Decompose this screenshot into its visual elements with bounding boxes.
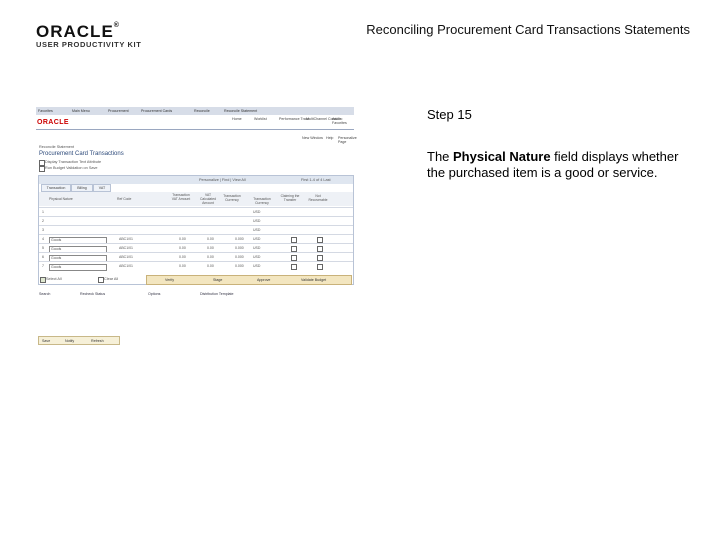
link-help[interactable]: Help <box>326 136 333 140</box>
ref-code-cell: ABC1/01 <box>119 237 134 241</box>
budget-validation-label: Run Budget Validation on Save <box>45 166 98 170</box>
not-recoverable-checkbox[interactable] <box>317 264 323 270</box>
vat-amount-cell: 0.00 <box>179 264 186 268</box>
clear-all-label[interactable]: Clear All <box>104 277 118 281</box>
breadcrumb: Reconcile Statement <box>39 145 75 149</box>
app-navbar: Favorites Main Menu Procurement Procurem… <box>36 107 354 115</box>
desc-field-name: Physical Nature <box>453 149 551 164</box>
step-label: Step 15 <box>427 107 472 122</box>
physical-nature-value: Goods <box>51 238 62 242</box>
vat-amount-cell: 0.00 <box>179 255 186 259</box>
link-options[interactable]: Options <box>148 292 160 296</box>
stage-button[interactable]: Stage <box>213 278 222 282</box>
link-personalize-page[interactable]: Personalize Page <box>338 136 357 144</box>
claiming-checkbox[interactable] <box>291 264 297 270</box>
tab-billing[interactable]: Billing <box>71 184 93 192</box>
currency-cell: USD <box>253 228 261 232</box>
row-number: 2 <box>42 219 44 223</box>
refresh-button[interactable]: Refresh <box>91 339 104 343</box>
nav-favorites[interactable]: Favorites <box>38 109 53 113</box>
vat-calculated-cell: 0.00 <box>207 255 214 259</box>
footer-toolbar: Save Notify Refresh <box>38 336 120 345</box>
row-number: 7 <box>42 264 44 268</box>
col-vat-calculated: VAT Calculated Amount <box>199 193 217 205</box>
grid-find-links[interactable]: Personalize | Find | View All <box>199 178 246 182</box>
currency-cell: USD <box>253 246 261 250</box>
physical-nature-value: Goods <box>51 247 62 251</box>
link-new-window[interactable]: New Window <box>302 136 323 140</box>
select-all-label[interactable]: Select All <box>46 277 62 281</box>
step-screenshot: Favorites Main Menu Procurement Procurem… <box>36 107 357 345</box>
physical-nature-select[interactable]: Goods <box>49 263 107 271</box>
physical-nature-value: Goods <box>51 265 62 269</box>
col-not-recoverable: Not Recoverable <box>308 194 328 202</box>
action-button-bar: Verify Stage Approve Validate Budget <box>146 275 352 285</box>
upk-logo-subtitle: USER PRODUCTIVITY KIT <box>36 40 142 49</box>
header-divider <box>36 129 354 130</box>
vat-calculated-cell: 0.00 <box>207 246 214 250</box>
row-number: 1 <box>42 210 44 214</box>
desc-text-pre: The <box>427 149 454 164</box>
transaction-amount-cell: 0.000 <box>235 246 244 250</box>
tab-vat[interactable]: VAT <box>93 184 111 192</box>
menu-add-favorites[interactable]: Add to Favorites <box>332 117 354 125</box>
vat-calculated-cell: 0.00 <box>207 264 214 268</box>
link-recheck-status[interactable]: Recheck Status <box>80 292 105 296</box>
menu-performance-trace[interactable]: Performance Trace <box>279 117 310 121</box>
tab-transaction[interactable]: Transaction <box>41 184 71 192</box>
vat-amount-cell: 0.00 <box>179 237 186 241</box>
row-number: 3 <box>42 228 44 232</box>
validate-budget-button[interactable]: Validate Budget <box>301 278 326 282</box>
grid-paging[interactable]: First 1-4 of 4 Last <box>301 178 331 182</box>
row-number: 5 <box>42 246 44 250</box>
verify-button[interactable]: Verify <box>165 278 174 282</box>
currency-cell: USD <box>253 255 261 259</box>
step-description: The Physical Nature field displays wheth… <box>427 149 687 181</box>
approve-button[interactable]: Approve <box>257 278 270 282</box>
nav-reconcile-statement[interactable]: Reconcile Statement <box>224 109 257 113</box>
row-number: 4 <box>42 237 44 241</box>
currency-cell: USD <box>253 264 261 268</box>
col-physical-nature: Physical Nature <box>49 197 73 201</box>
nav-main-menu[interactable]: Main Menu <box>72 109 90 113</box>
menu-home[interactable]: Home <box>232 117 242 121</box>
display-text-label: Display Transaction Text Attribute <box>45 160 102 164</box>
transaction-amount-cell: 0.000 <box>235 255 244 259</box>
vat-amount-cell: 0.00 <box>179 246 186 250</box>
transactions-grid: Personalize | Find | View All First 1-4 … <box>38 175 354 285</box>
nav-reconcile[interactable]: Reconcile <box>194 109 210 113</box>
currency-cell: USD <box>253 219 261 223</box>
row-number: 6 <box>42 255 44 259</box>
col-currency: Transaction Currency <box>253 197 271 205</box>
link-search[interactable]: Search <box>39 292 50 296</box>
col-vat-amount: Transaction VAT Amount <box>171 193 191 201</box>
notify-button[interactable]: Notify <box>65 339 74 343</box>
ref-code-cell: ABC1/01 <box>119 264 134 268</box>
col-claiming: Claiming the Transfer <box>280 194 300 202</box>
page-title: Procurement Card Transactions <box>39 151 124 157</box>
col-transaction-currency: Transaction Currency <box>223 194 241 202</box>
currency-cell: USD <box>253 210 261 214</box>
nav-procurement[interactable]: Procurement <box>108 109 129 113</box>
col-ref-code: Ref Code <box>117 197 132 201</box>
save-button[interactable]: Save <box>42 339 50 343</box>
link-distribution-template[interactable]: Distribution Template <box>200 292 234 296</box>
grid-header-bar: Personalize | Find | View All First 1-4 … <box>39 176 353 184</box>
ref-code-cell: ABC1/01 <box>119 255 134 259</box>
oracle-logo: ORACLE® <box>36 22 120 41</box>
currency-cell: USD <box>253 237 261 241</box>
physical-nature-value: Goods <box>51 256 62 260</box>
transaction-amount-cell: 0.000 <box>235 237 244 241</box>
transaction-amount-cell: 0.000 <box>235 264 244 268</box>
nav-procurement-cards[interactable]: Procurement Cards <box>141 109 172 113</box>
table-row: 7 ABC1/01 0.00 0.00 0.000 USD Goods <box>39 261 353 271</box>
grid-column-headers: Physical Nature Ref Code Transaction VAT… <box>39 192 353 206</box>
ref-code-cell: ABC1/01 <box>119 246 134 250</box>
menu-worklist[interactable]: Worklist <box>254 117 267 121</box>
vat-calculated-cell: 0.00 <box>207 237 214 241</box>
document-title: Reconciling Procurement Card Transaction… <box>366 22 690 37</box>
app-oracle-logo: ORACLE <box>37 119 69 126</box>
